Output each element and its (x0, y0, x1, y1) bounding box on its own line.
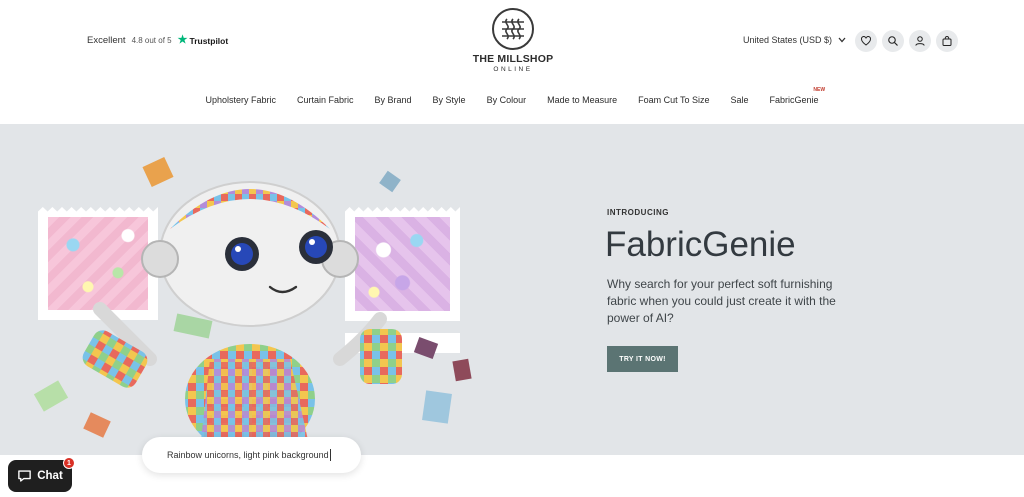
nav-item-label: By Colour (486, 95, 527, 105)
chat-bubble-icon (18, 470, 32, 482)
currency-label: United States (USD $) (743, 35, 833, 45)
confetti-swatch (452, 358, 472, 382)
nav-item-by-brand[interactable]: By Brand (364, 95, 422, 105)
hero-eyebrow: INTRODUCING (607, 208, 669, 217)
wishlist-button[interactable] (855, 30, 877, 52)
trust-excellent-label: Excellent (87, 35, 126, 46)
nav-item-label: By Brand (374, 95, 412, 105)
site-header: Excellent 4.8 out of 5 ★ Trustpilot THE … (0, 0, 1024, 124)
nav-item-label: Upholstery Fabric (205, 95, 276, 105)
text-cursor (329, 449, 331, 461)
nav-item-upholstery-fabric[interactable]: Upholstery Fabric (195, 95, 287, 105)
confetti-swatch (422, 390, 452, 424)
hero-description: Why search for your perfect soft furnish… (607, 277, 836, 325)
nav-item-foam-cut-to-size[interactable]: Foam Cut To Size (628, 95, 720, 105)
trustpilot-star-icon: ★ (177, 34, 188, 46)
trustpilot-logo: ★ Trustpilot (178, 35, 229, 46)
nav-item-label: Made to Measure (547, 95, 618, 105)
account-button[interactable] (909, 30, 931, 52)
chevron-down-icon (838, 36, 846, 45)
account-icon (915, 36, 925, 46)
trustpilot-rating[interactable]: Excellent 4.8 out of 5 ★ Trustpilot (87, 35, 229, 47)
trust-rating-text: 4.8 out of 5 (131, 36, 172, 45)
site-logo[interactable]: THE MILLSHOP ONLINE (466, 8, 560, 73)
chat-unread-badge: 1 (63, 457, 75, 469)
nav-item-label: By Style (432, 95, 466, 105)
currency-selector[interactable]: United States (USD $) (743, 35, 846, 45)
nav-item-label: Sale (730, 95, 749, 105)
nav-item-sale[interactable]: Sale (720, 95, 759, 105)
logo-name: THE MILLSHOP (472, 53, 554, 65)
hero-illustration (0, 124, 500, 455)
nav-item-by-colour[interactable]: By Colour (476, 95, 537, 105)
hero-banner: INTRODUCING FabricGenie Why search for y… (0, 124, 1024, 455)
try-it-now-button[interactable]: TRY IT NOW! (607, 346, 678, 372)
nav-item-label: Curtain Fabric (296, 95, 354, 105)
nav-item-fabricgenie[interactable]: FabricGenie NEW (759, 87, 829, 105)
search-button[interactable] (882, 30, 904, 52)
chat-label: Chat (37, 470, 63, 482)
nav-item-label: Foam Cut To Size (638, 95, 710, 105)
nav-item-label: FabricGenie (769, 95, 819, 105)
bag-icon (942, 36, 952, 46)
cart-button[interactable] (936, 30, 958, 52)
main-nav: Upholstery Fabric Curtain Fabric By Brand B… (0, 87, 1024, 105)
header-icons (855, 30, 958, 52)
trustpilot-brand: Trustpilot (189, 35, 229, 46)
logo-mark-icon (492, 8, 534, 50)
logo-sub: ONLINE (493, 66, 533, 73)
nav-item-by-style[interactable]: By Style (422, 95, 476, 105)
nav-item-made-to-measure[interactable]: Made to Measure (537, 95, 628, 105)
heart-icon (861, 36, 871, 46)
hero-title: FabricGenie (605, 225, 796, 264)
prompt-input[interactable]: Rainbow unicorns, light pink background (142, 437, 361, 473)
search-icon (888, 36, 898, 46)
nav-item-curtain-fabric[interactable]: Curtain Fabric (286, 95, 364, 105)
new-badge: NEW (813, 87, 826, 93)
prompt-text: Rainbow unicorns, light pink background (167, 450, 329, 460)
robot-mascot (82, 181, 402, 454)
